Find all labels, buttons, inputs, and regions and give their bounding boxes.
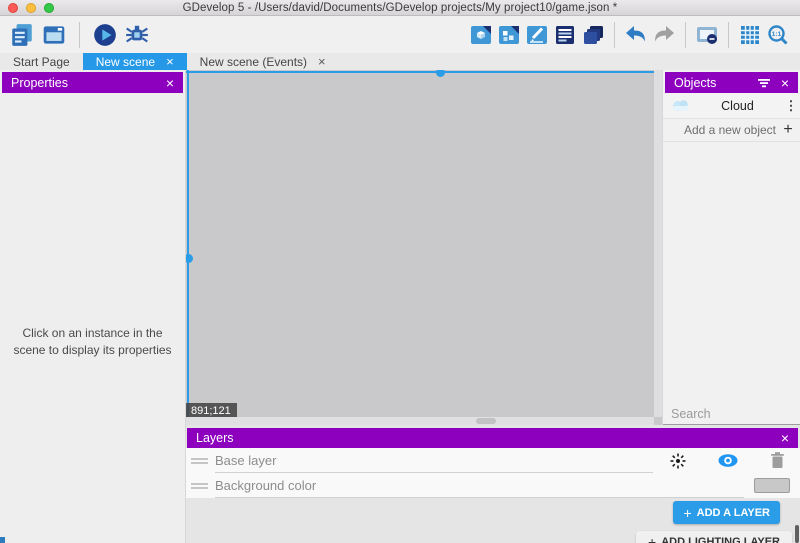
drag-handle-icon[interactable] (191, 456, 208, 466)
close-icon[interactable]: × (318, 55, 326, 68)
properties-panel-header: Properties × (2, 72, 183, 93)
toolbar-left-group (8, 21, 151, 49)
svg-text:1:1: 1:1 (772, 31, 782, 38)
scene-editor-icon[interactable] (467, 21, 495, 49)
object-row-cloud[interactable]: Cloud ⋮ (663, 93, 800, 119)
add-lighting-layer-label: ADD LIGHTING LAYER (661, 536, 780, 543)
undo-icon[interactable] (622, 21, 650, 49)
objects-list-empty-area (663, 142, 800, 403)
effects-icon[interactable] (669, 452, 687, 470)
top-row: 891;121 Objects (186, 70, 800, 425)
traffic-lights (8, 3, 54, 13)
objects-editor-icon[interactable] (495, 21, 523, 49)
close-window-button[interactable] (8, 3, 18, 13)
objects-panel-header: Objects × (665, 72, 798, 93)
layers-panel: Layers × Base layer (186, 425, 800, 543)
panel-title: Layers (196, 431, 234, 445)
redo-icon[interactable] (650, 21, 678, 49)
play-icon[interactable] (91, 21, 119, 49)
titlebar: GDevelop 5 - /Users/david/Documents/GDev… (0, 0, 800, 16)
objects-panel: Objects × (662, 70, 800, 425)
tab-label: Start Page (13, 55, 70, 69)
horizontal-scrollbar[interactable] (186, 417, 654, 425)
add-object-button[interactable]: Add a new object + (663, 119, 800, 142)
main-content: Properties × Click on an instance in the… (0, 70, 800, 543)
tab-new-scene[interactable]: New scene × (83, 53, 187, 70)
cloud-icon (669, 98, 693, 113)
resize-handle-top[interactable] (436, 70, 445, 77)
panel-title: Properties (11, 76, 68, 90)
events-sheet-icon[interactable] (551, 21, 579, 49)
close-icon[interactable]: × (781, 431, 789, 445)
background-color-swatch[interactable] (754, 478, 790, 493)
game-window-left-edge (187, 70, 189, 425)
window-title: GDevelop 5 - /Users/david/Documents/GDev… (183, 2, 618, 14)
plus-icon: + (776, 121, 800, 139)
plus-icon: + (648, 534, 656, 543)
tab-start-page[interactable]: Start Page (0, 53, 83, 70)
objects-search-row (663, 403, 800, 425)
add-object-label: Add a new object (663, 123, 776, 137)
swatch-holder (744, 478, 800, 493)
panel-title: Objects (674, 76, 716, 90)
grid-icon[interactable] (736, 21, 764, 49)
add-layer-button[interactable]: + ADD A LAYER (673, 501, 780, 524)
filter-icon[interactable] (757, 77, 771, 89)
debug-icon[interactable] (123, 21, 151, 49)
visibility-icon[interactable] (717, 453, 739, 468)
zoom-1-1-icon[interactable]: 1:1 (764, 21, 792, 49)
projects-list-icon[interactable] (8, 21, 36, 49)
layers-panel-header: Layers × (187, 428, 798, 448)
toolbar-separator (728, 22, 729, 48)
more-vertical-icon[interactable]: ⋮ (782, 98, 800, 114)
resize-handle-left[interactable] (186, 254, 193, 263)
corner-accent (0, 537, 5, 543)
add-lighting-layer-button[interactable]: + ADD LIGHTING LAYER (636, 531, 792, 543)
plus-icon: + (683, 505, 691, 521)
window-mask-icon[interactable] (693, 21, 721, 49)
properties-empty-message: Click on an instance in the scene to dis… (0, 325, 185, 360)
properties-panel: Properties × Click on an instance in the… (0, 70, 186, 543)
drag-handle-icon[interactable] (191, 481, 208, 491)
toolbar-separator (614, 22, 615, 48)
window-scrollbar-thumb[interactable] (795, 525, 799, 543)
layer-rows: Base layer (186, 448, 800, 498)
toolbar-separator (79, 22, 80, 48)
search-input[interactable] (663, 407, 800, 421)
preview-window-icon[interactable] (40, 21, 68, 49)
toolbar-right-group: 1:1 (467, 21, 792, 49)
minimize-window-button[interactable] (26, 3, 36, 13)
layer-row-background-color: Background color (186, 473, 800, 498)
scene-canvas[interactable]: 891;121 (186, 70, 662, 425)
close-icon[interactable]: × (781, 76, 789, 90)
layer-action-icons (669, 451, 786, 470)
maximize-window-button[interactable] (44, 3, 54, 13)
layer-row-base: Base layer (186, 448, 800, 473)
gdevelop-window: GDevelop 5 - /Users/david/Documents/GDev… (0, 0, 800, 543)
game-window-top-edge (186, 71, 662, 73)
tab-label: New scene (Events) (200, 55, 307, 69)
add-layer-label: ADD A LAYER (697, 507, 770, 519)
layer-name-field[interactable]: Background color (215, 474, 744, 498)
editor-tabbar: Start Page New scene × New scene (Events… (0, 53, 800, 70)
right-column: 891;121 Objects (186, 70, 800, 543)
main-toolbar: 1:1 (0, 16, 800, 53)
tab-new-scene-events[interactable]: New scene (Events) × (187, 53, 339, 70)
vertical-scrollbar[interactable] (654, 70, 662, 417)
properties-edit-icon[interactable] (523, 21, 551, 49)
close-icon[interactable]: × (166, 55, 174, 68)
instances-list-icon[interactable] (579, 21, 607, 49)
close-icon[interactable]: × (166, 76, 174, 90)
tab-label: New scene (96, 55, 155, 69)
object-name: Cloud (693, 99, 782, 113)
layers-footer: + ADD A LAYER + ADD LIGHTING LAYER (186, 498, 800, 543)
layer-name-field[interactable]: Base layer (215, 449, 653, 473)
horizontal-scrollbar-thumb[interactable] (476, 418, 496, 424)
delete-icon[interactable] (769, 451, 786, 470)
toolbar-separator (685, 22, 686, 48)
